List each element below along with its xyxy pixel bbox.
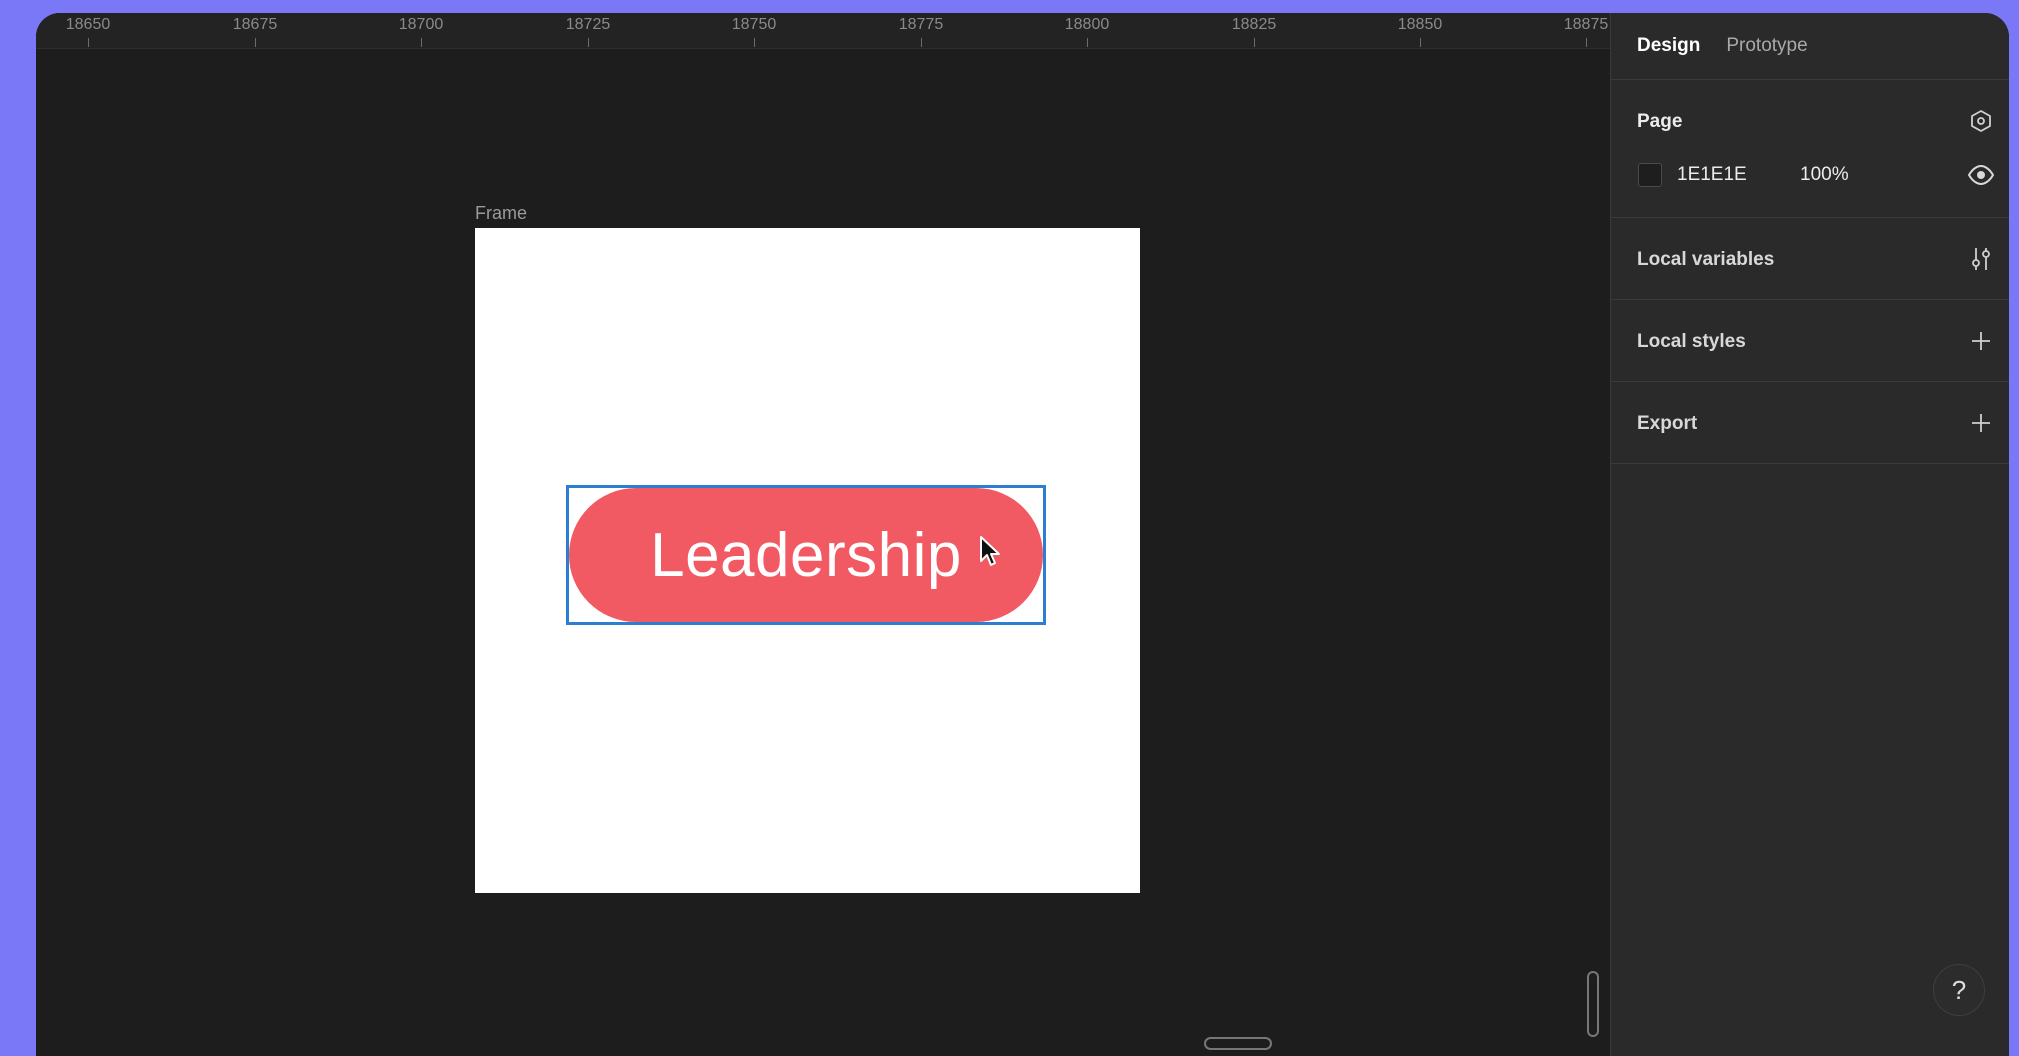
ruler-label: 18700	[398, 16, 444, 33]
divider	[1611, 381, 2009, 382]
ruler-tick	[88, 38, 89, 47]
tab-design[interactable]: Design	[1637, 35, 1700, 57]
frame-label[interactable]: Frame	[475, 203, 527, 224]
divider	[1611, 299, 2009, 300]
vertical-scrollbar[interactable]	[1587, 971, 1599, 1037]
ruler-tick	[255, 38, 256, 47]
ruler-label: 18875	[1563, 16, 1609, 33]
ruler-label: 18650	[65, 16, 111, 33]
ruler-tick	[921, 38, 922, 47]
divider	[1611, 79, 2009, 80]
add-export-plus-icon[interactable]	[1967, 409, 1995, 437]
canvas[interactable]: 18650 18675 18700 18725 18750 18775 1880…	[36, 13, 1610, 1056]
local-variables-title[interactable]: Local variables	[1637, 249, 1774, 271]
page-color-opacity[interactable]: 100%	[1800, 164, 1849, 186]
tab-prototype[interactable]: Prototype	[1726, 35, 1807, 57]
divider	[1611, 217, 2009, 218]
ruler-tick	[754, 38, 755, 47]
ruler-label: 18750	[731, 16, 777, 33]
ruler-tick	[1586, 38, 1587, 47]
eye-icon[interactable]	[1967, 161, 1995, 189]
sliders-icon[interactable]	[1967, 245, 1995, 273]
page-color-swatch[interactable]	[1638, 163, 1662, 187]
design-app-window: 18650 18675 18700 18725 18750 18775 1880…	[36, 13, 2009, 1056]
ruler-tick	[421, 38, 422, 47]
help-question-icon: ?	[1951, 974, 1967, 1005]
ruler-tick	[1087, 38, 1088, 47]
export-title[interactable]: Export	[1637, 413, 1697, 435]
horizontal-scrollbar[interactable]	[1204, 1037, 1272, 1050]
horizontal-ruler: 18650 18675 18700 18725 18750 18775 1880…	[36, 13, 1610, 49]
selection-outline	[566, 485, 1046, 625]
ruler-label: 18675	[232, 16, 278, 33]
ruler-tick	[1420, 38, 1421, 47]
ruler-label: 18775	[898, 16, 944, 33]
ruler-label: 18725	[565, 16, 611, 33]
panel-tabs: Design Prototype	[1637, 35, 1808, 57]
ruler-label: 18825	[1231, 16, 1277, 33]
ruler-label: 18850	[1397, 16, 1443, 33]
divider	[1611, 463, 2009, 464]
page-settings-icon[interactable]	[1967, 107, 1995, 135]
local-styles-title[interactable]: Local styles	[1637, 331, 1746, 353]
ruler-label: 18800	[1064, 16, 1110, 33]
add-local-style-plus-icon[interactable]	[1967, 327, 1995, 355]
page-color-hex[interactable]: 1E1E1E	[1677, 164, 1747, 186]
mouse-cursor-icon	[980, 536, 1000, 566]
ruler-tick	[588, 38, 589, 47]
help-button[interactable]: ?	[1933, 964, 1985, 1016]
ruler-tick	[1254, 38, 1255, 47]
page-section-title: Page	[1637, 111, 1683, 132]
properties-panel: Design Prototype Page 1E1E1E 100% Local …	[1610, 13, 2009, 1056]
